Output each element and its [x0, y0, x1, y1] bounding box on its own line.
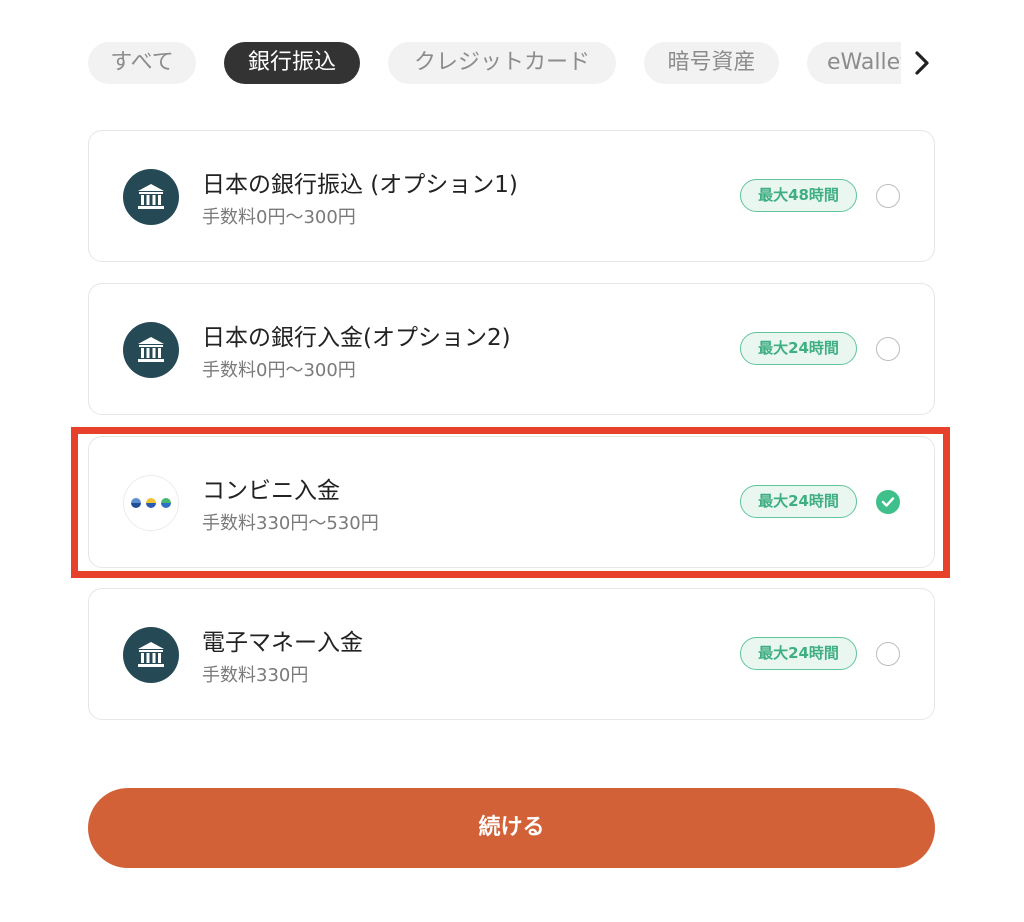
payment-option-fee: 手数料0円〜300円 [202, 207, 356, 228]
continue-button[interactable]: 続ける [88, 788, 935, 868]
payment-option-title: コンビニ入金 [202, 478, 340, 504]
tab-bank-transfer[interactable]: 銀行振込 [224, 42, 360, 84]
radio-button-checked[interactable] [876, 490, 900, 514]
payment-option-fee: 手数料330円〜530円 [202, 513, 379, 534]
bank-icon [123, 322, 179, 378]
convenience-store-icon [123, 475, 179, 531]
radio-button[interactable] [876, 184, 900, 208]
processing-time-badge: 最大24時間 [740, 637, 857, 670]
check-icon [881, 497, 895, 507]
tab-crypto[interactable]: 暗号資産 [644, 42, 779, 84]
processing-time-badge: 最大24時間 [740, 485, 857, 518]
payment-option-fee: 手数料330円 [202, 665, 309, 686]
payment-option-e-money[interactable]: 電子マネー入金 手数料330円 最大24時間 [88, 588, 935, 720]
payment-option-fee: 手数料0円〜300円 [202, 360, 356, 381]
category-tabs: すべて 銀行振込 クレジットカード 暗号資産 eWallet [88, 41, 901, 85]
payment-option-bank-transfer-2[interactable]: 日本の銀行入金(オプション2) 手数料0円〜300円 最大24時間 [88, 283, 935, 415]
tab-ewallet[interactable]: eWallet [807, 42, 901, 84]
payment-option-title: 日本の銀行入金(オプション2) [202, 325, 511, 351]
payment-option-title: 日本の銀行振込 (オプション1) [202, 172, 518, 198]
payment-method-page: すべて 銀行振込 クレジットカード 暗号資産 eWallet 日本の銀行振込 (… [0, 0, 1024, 922]
payment-option-title: 電子マネー入金 [202, 630, 363, 656]
processing-time-badge: 最大24時間 [740, 332, 857, 365]
tab-all[interactable]: すべて [88, 42, 196, 84]
chevron-right-icon[interactable] [908, 46, 936, 80]
radio-button[interactable] [876, 337, 900, 361]
radio-button[interactable] [876, 642, 900, 666]
payment-option-bank-transfer-1[interactable]: 日本の銀行振込 (オプション1) 手数料0円〜300円 最大48時間 [88, 130, 935, 262]
processing-time-badge: 最大48時間 [740, 179, 857, 212]
payment-option-convenience-store[interactable]: コンビニ入金 手数料330円〜530円 最大24時間 [88, 436, 935, 568]
tab-credit-card[interactable]: クレジットカード [388, 42, 616, 84]
bank-icon [123, 627, 179, 683]
bank-icon [123, 169, 179, 225]
